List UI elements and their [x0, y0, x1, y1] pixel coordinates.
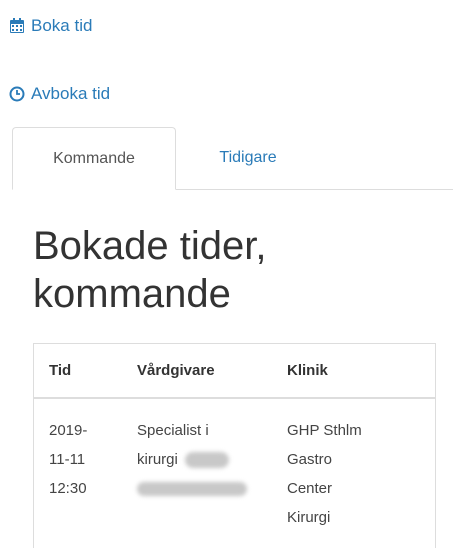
cancel-appointment-label: Avboka tid	[31, 84, 111, 103]
cancel-appointment-link[interactable]: Avboka tid	[9, 84, 110, 104]
provider-cell: Specialist i kirurgi	[122, 398, 272, 532]
redacted-name-blur	[137, 482, 247, 497]
page-title: Bokade tider, kommande	[33, 224, 267, 316]
table-header-row: Tid Vårdgivare Klinik	[34, 344, 435, 399]
redacted-name-blur	[185, 452, 230, 469]
provider-line: Specialist i	[137, 422, 209, 439]
clock-icon	[9, 86, 25, 102]
appointments-table: Tid Vårdgivare Klinik 2019- 11-11 12:30 …	[33, 343, 436, 548]
provider-line-2: kirurgi	[137, 445, 272, 474]
provider-line-3	[137, 474, 272, 503]
book-appointment-link[interactable]: Boka tid	[9, 16, 92, 36]
time-line: 2019-	[49, 422, 88, 439]
appointment-tabs: Kommande Tidigare	[12, 127, 453, 190]
clinic-line: Center	[287, 480, 333, 497]
calendar-icon	[9, 18, 25, 34]
tab-upcoming-label: Kommande	[53, 149, 135, 167]
time-line: 12:30	[49, 480, 87, 497]
clinic-line: Gastro	[287, 451, 333, 468]
column-header-clinic: Klinik	[272, 344, 435, 399]
tab-past[interactable]: Tidigare	[188, 127, 308, 189]
clinic-line: GHP Sthlm	[287, 422, 362, 439]
tab-past-label: Tidigare	[219, 149, 277, 166]
book-appointment-label: Boka tid	[31, 16, 93, 35]
clinic-line: Kirurgi	[287, 509, 331, 526]
time-cell: 2019- 11-11 12:30	[34, 398, 122, 532]
column-header-time: Tid	[34, 344, 122, 399]
column-header-provider: Vårdgivare	[122, 344, 272, 399]
tab-upcoming[interactable]: Kommande	[12, 127, 176, 190]
clinic-cell: GHP Sthlm Gastro Center Kirurgi	[272, 398, 435, 532]
table-row: 2019- 11-11 12:30 Specialist i kirurgi G…	[34, 398, 435, 532]
time-line: 11-11	[49, 451, 86, 468]
provider-specialty: kirurgi	[137, 451, 178, 468]
